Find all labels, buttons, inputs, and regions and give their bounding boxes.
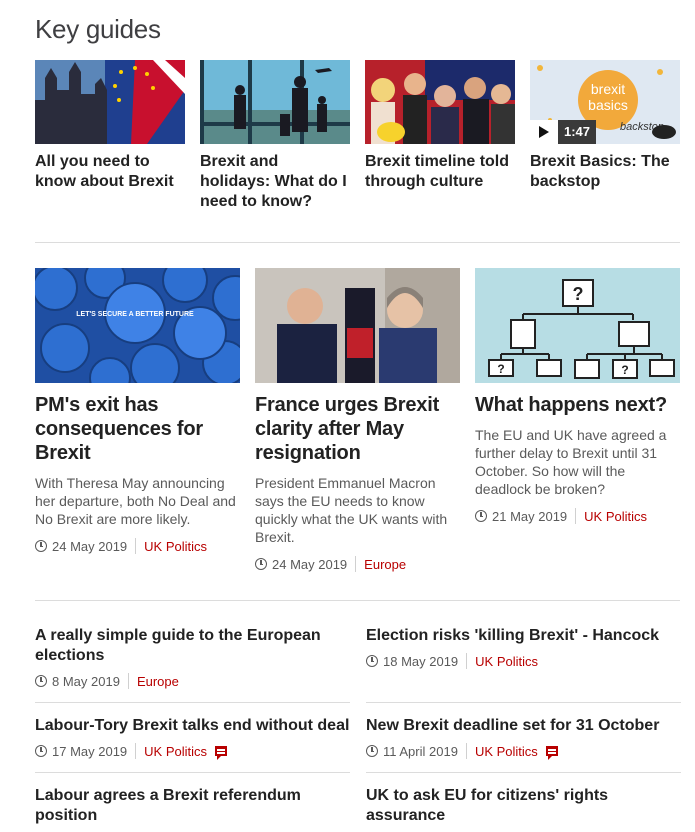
guide-card[interactable]: Brexit and holidays: What do I need to k… (200, 60, 350, 212)
guide-card[interactable]: Brexit timeline told through culture (365, 60, 515, 192)
list-item[interactable]: Labour agrees a Brexit referendum positi… (35, 786, 350, 832)
meta-separator (135, 743, 137, 759)
story-summary: The EU and UK have agreed a further dela… (475, 427, 667, 497)
story-date: 24 May 2019 (52, 538, 128, 554)
list-item-tag[interactable]: UK Politics (475, 654, 538, 669)
story-tag[interactable]: Europe (364, 557, 406, 572)
video-badge[interactable]: 1:47 (530, 120, 597, 144)
story-image-macron-may[interactable] (255, 268, 460, 383)
clock-icon (35, 745, 47, 757)
svg-text:?: ? (621, 363, 628, 377)
clock-icon (35, 675, 47, 687)
guide-title[interactable]: All you need to know about Brexit (35, 152, 185, 192)
video-duration: 1:47 (558, 120, 597, 144)
list-item[interactable]: UK to ask EU for citizens' rights assura… (366, 786, 681, 832)
story-tag[interactable]: UK Politics (584, 509, 647, 524)
comments-icon[interactable] (215, 746, 228, 760)
list-item-date: 17 May 2019 (52, 743, 128, 759)
meta-separator (465, 743, 467, 759)
svg-text:?: ? (497, 362, 504, 376)
story-summary: President Emmanuel Macron says the EU ne… (255, 475, 448, 545)
featured-story[interactable]: LET'S SECURE A BETTER FUTURE PM's exit h… (35, 268, 240, 555)
comments-icon[interactable] (545, 746, 558, 760)
guide-image-parliament-eu-flag[interactable] (35, 60, 185, 144)
story-meta: 24 May 2019 Europe (255, 555, 460, 573)
list-item[interactable]: Labour-Tory Brexit talks end without dea… (35, 716, 350, 760)
list-item[interactable]: New Brexit deadline set for 31 October 1… (366, 716, 681, 760)
list-item-title[interactable]: Labour agrees a Brexit referendum positi… (35, 786, 350, 826)
list-item[interactable]: Election risks 'killing Brexit' - Hancoc… (366, 626, 681, 670)
clock-icon (366, 655, 378, 667)
divider (366, 772, 681, 773)
story-tag[interactable]: UK Politics (144, 539, 207, 554)
divider (35, 702, 350, 703)
list-item-title[interactable]: UK to ask EU for citizens' rights assura… (366, 786, 681, 826)
story-summary: With Theresa May announcing her departur… (35, 475, 236, 527)
list-item-title[interactable]: Election risks 'killing Brexit' - Hancoc… (366, 626, 681, 646)
story-title[interactable]: PM's exit has consequences for Brexit (35, 393, 240, 465)
clock-icon (475, 510, 487, 522)
meta-separator (127, 673, 129, 689)
guide-title[interactable]: Brexit and holidays: What do I need to k… (200, 152, 350, 212)
badge-text: LET'S SECURE A BETTER FUTURE (76, 311, 194, 318)
story-title[interactable]: France urges Brexit clarity after May re… (255, 393, 460, 465)
guide-image-brexit-basics[interactable]: brexit basics backstop 1:47 (530, 60, 680, 144)
list-item-tag[interactable]: UK Politics (144, 744, 207, 759)
play-icon[interactable] (530, 120, 558, 144)
featured-story[interactable]: ? ? ? What happens next? The EU and UK h… (475, 268, 680, 525)
image-text-line2: basics (588, 97, 628, 113)
list-item-meta: 18 May 2019 UK Politics (366, 652, 681, 670)
divider (366, 702, 681, 703)
list-item-tag[interactable]: UK Politics (475, 744, 538, 759)
svg-text:?: ? (573, 284, 584, 304)
divider (35, 772, 350, 773)
guide-card[interactable]: brexit basics backstop 1:47 Brexit Basic… (530, 60, 680, 192)
section-title: Key guides (35, 14, 161, 44)
story-date: 21 May 2019 (492, 508, 568, 524)
clock-icon (35, 540, 47, 552)
list-item-date: 18 May 2019 (383, 653, 459, 669)
meta-separator (355, 556, 357, 572)
story-meta: 21 May 2019 UK Politics (475, 507, 680, 525)
list-item-date: 8 May 2019 (52, 673, 120, 689)
story-image-badges[interactable]: LET'S SECURE A BETTER FUTURE (35, 268, 240, 383)
guide-title[interactable]: Brexit Basics: The backstop (530, 152, 680, 192)
guide-title[interactable]: Brexit timeline told through culture (365, 152, 515, 192)
list-item-meta: 8 May 2019 Europe (35, 672, 350, 690)
divider (35, 600, 680, 601)
guide-image-celebrities[interactable] (365, 60, 515, 144)
clock-icon (366, 745, 378, 757)
list-item-title[interactable]: New Brexit deadline set for 31 October (366, 716, 681, 736)
list-item-meta: 11 April 2019 UK Politics (366, 742, 681, 760)
list-item[interactable]: A really simple guide to the European el… (35, 626, 350, 690)
meta-separator (575, 508, 577, 524)
meta-separator (135, 538, 137, 554)
story-title[interactable]: What happens next? (475, 393, 680, 417)
list-item-title[interactable]: Labour-Tory Brexit talks end without dea… (35, 716, 350, 736)
guide-card[interactable]: All you need to know about Brexit (35, 60, 185, 192)
list-item-date: 11 April 2019 (383, 743, 458, 759)
list-item-meta: 17 May 2019 UK Politics (35, 742, 350, 760)
story-meta: 24 May 2019 UK Politics (35, 537, 240, 555)
featured-story[interactable]: France urges Brexit clarity after May re… (255, 268, 460, 573)
meta-separator (466, 653, 468, 669)
clock-icon (255, 558, 267, 570)
image-text-line1: brexit (591, 81, 625, 97)
story-date: 24 May 2019 (272, 556, 348, 572)
divider (35, 242, 680, 243)
list-item-tag[interactable]: Europe (137, 674, 179, 689)
guide-image-airport[interactable] (200, 60, 350, 144)
list-item-title[interactable]: A really simple guide to the European el… (35, 626, 350, 666)
story-image-flowchart[interactable]: ? ? ? (475, 268, 680, 383)
